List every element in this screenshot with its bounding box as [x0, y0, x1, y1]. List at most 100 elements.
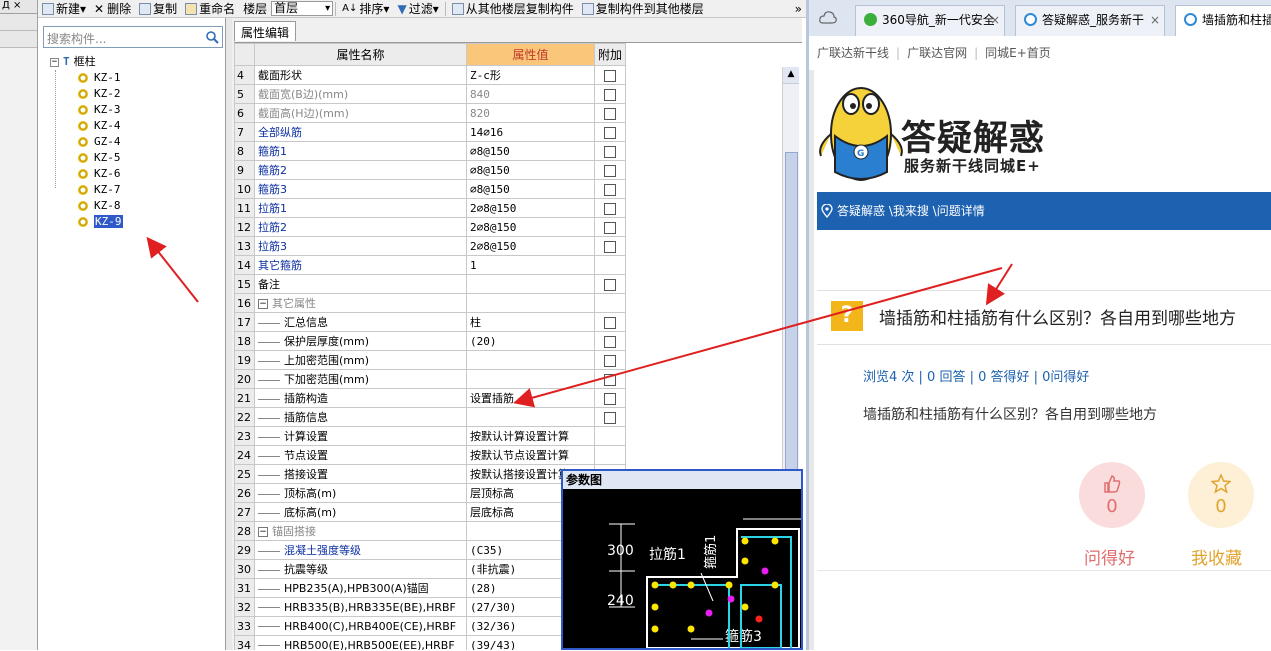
copy-from-floor-button[interactable]: 从其他楼层复制构件: [448, 0, 578, 18]
property-value[interactable]: [466, 407, 595, 427]
dock-controls[interactable]: Д ⨯: [0, 0, 37, 14]
property-row[interactable]: 7 全部纵筋 14⌀16: [234, 122, 627, 142]
property-value[interactable]: 柱: [466, 312, 595, 332]
tree-item[interactable]: KZ-6: [50, 166, 123, 182]
site-logo[interactable]: G 答疑解惑 服务新干线同城E+: [809, 72, 1271, 192]
property-row[interactable]: 8 箍筋1 ⌀8@150: [234, 141, 627, 161]
property-value[interactable]: 2⌀8@150: [466, 236, 595, 256]
property-row[interactable]: 17 汇总信息 柱: [234, 312, 627, 332]
tree-item[interactable]: KZ-7: [50, 182, 123, 198]
property-row[interactable]: 18 保护层厚度(mm) (20): [234, 331, 627, 351]
attach-checkbox[interactable]: [604, 107, 616, 120]
property-row[interactable]: 5 截面宽(B边)(mm) 840: [234, 84, 627, 104]
property-value[interactable]: (20): [466, 331, 595, 351]
property-value[interactable]: [466, 350, 595, 370]
property-row[interactable]: 20 下加密范围(mm): [234, 369, 627, 389]
property-row[interactable]: 6 截面高(H边)(mm) 820: [234, 103, 627, 123]
floor-select[interactable]: 首层: [271, 1, 334, 16]
tree-root-frame-column[interactable]: − T 框柱: [50, 54, 123, 70]
property-row[interactable]: 11 拉筋1 2⌀8@150: [234, 198, 627, 218]
property-value[interactable]: [466, 293, 595, 313]
property-value[interactable]: 按默认节点设置计算: [466, 445, 595, 465]
property-value[interactable]: 14⌀16: [466, 122, 595, 142]
filter-button[interactable]: ▼ 过滤 ▾: [393, 0, 442, 18]
property-row[interactable]: 22 插筋信息: [234, 407, 627, 427]
property-row[interactable]: 10 箍筋3 ⌀8@150: [234, 179, 627, 199]
copy-to-floor-button[interactable]: 复制构件到其他楼层: [578, 0, 708, 18]
sort-button[interactable]: A↓ 排序 ▾: [338, 0, 393, 18]
property-row[interactable]: 19 上加密范围(mm): [234, 350, 627, 370]
tree-item[interactable]: KZ-1: [50, 70, 123, 86]
property-value[interactable]: 按默认计算设置计算: [466, 426, 595, 446]
collapse-icon[interactable]: −: [50, 57, 59, 67]
property-value[interactable]: Z-c形: [466, 65, 595, 85]
scroll-up-icon[interactable]: ▲: [783, 67, 799, 84]
property-row[interactable]: 4 截面形状 Z-c形: [234, 65, 627, 85]
attach-checkbox[interactable]: [604, 126, 616, 139]
property-row[interactable]: 12 拉筋2 2⌀8@150: [234, 217, 627, 237]
search-icon[interactable]: [205, 30, 219, 44]
property-row[interactable]: 21 插筋构造 设置插筋: [234, 388, 627, 408]
new-button[interactable]: 新建 ▾: [38, 0, 90, 18]
cloud-icon[interactable]: [819, 10, 837, 24]
property-row[interactable]: 24 节点设置 按默认节点设置计算: [234, 445, 627, 465]
attach-checkbox[interactable]: [604, 183, 616, 196]
tree-item[interactable]: KZ-9: [50, 214, 123, 230]
breadcrumb-text[interactable]: 答疑解惑 \我来搜 \问题详情: [837, 204, 985, 218]
tree-item[interactable]: KZ-5: [50, 150, 123, 166]
attach-checkbox[interactable]: [604, 145, 616, 158]
property-row[interactable]: 23 计算设置 按默认计算设置计算: [234, 426, 627, 446]
attach-checkbox[interactable]: [604, 69, 616, 82]
delete-button[interactable]: ✕ 删除: [90, 0, 135, 18]
tree-item[interactable]: KZ-2: [50, 86, 123, 102]
property-value[interactable]: 820: [466, 103, 595, 123]
link-tongcheng-home[interactable]: 同城E+首页: [985, 46, 1051, 60]
browser-tab-qa[interactable]: 答疑解惑_服务新干 ×: [1015, 5, 1165, 36]
property-value[interactable]: [466, 274, 595, 294]
copy-button[interactable]: 复制: [135, 0, 181, 18]
property-row[interactable]: 9 箍筋2 ⌀8@150: [234, 160, 627, 180]
group-collapse-icon[interactable]: −: [258, 299, 268, 309]
property-value[interactable]: 840: [466, 84, 595, 104]
tree-item[interactable]: KZ-8: [50, 198, 123, 214]
attach-checkbox[interactable]: [604, 278, 616, 291]
scroll-thumb[interactable]: [785, 152, 798, 522]
group-collapse-icon[interactable]: −: [258, 527, 268, 537]
tree-item[interactable]: KZ-4: [50, 118, 123, 134]
browser-tab-360[interactable]: 360导航_新一代安全 ×: [855, 5, 1005, 36]
attach-checkbox[interactable]: [604, 392, 616, 405]
property-value[interactable]: ⌀8@150: [466, 141, 595, 161]
attach-checkbox[interactable]: [604, 316, 616, 329]
attach-checkbox[interactable]: [604, 335, 616, 348]
rename-button[interactable]: 重命名: [181, 0, 239, 18]
toolbar-overflow-button[interactable]: »: [791, 0, 806, 18]
ask-good-button[interactable]: 0: [1079, 462, 1145, 528]
property-value[interactable]: 2⌀8@150: [466, 198, 595, 218]
tree-item[interactable]: KZ-3: [50, 102, 123, 118]
property-scrollbar[interactable]: ▲: [782, 67, 799, 522]
attach-checkbox[interactable]: [604, 240, 616, 253]
property-row[interactable]: 16− 其它属性: [234, 293, 627, 313]
attach-checkbox[interactable]: [604, 88, 616, 101]
tree-item[interactable]: GZ-4: [50, 134, 123, 150]
favorite-button[interactable]: 0: [1188, 462, 1254, 528]
link-glodon-newline[interactable]: 广联达新干线: [817, 46, 889, 60]
property-value[interactable]: 设置插筋: [466, 388, 595, 408]
property-value[interactable]: ⌀8@150: [466, 179, 595, 199]
property-value[interactable]: ⌀8@150: [466, 160, 595, 180]
property-row[interactable]: 15 备注: [234, 274, 627, 294]
attach-checkbox[interactable]: [604, 373, 616, 386]
property-row[interactable]: 13 拉筋3 2⌀8@150: [234, 236, 627, 256]
property-value[interactable]: 1: [466, 255, 595, 275]
close-icon[interactable]: ×: [1150, 6, 1160, 34]
attach-checkbox[interactable]: [604, 164, 616, 177]
favorite-label[interactable]: 我收藏: [1191, 544, 1242, 569]
tab-property-edit[interactable]: 属性编辑: [234, 21, 297, 41]
attach-checkbox[interactable]: [604, 354, 616, 367]
property-row[interactable]: 14 其它箍筋 1: [234, 255, 627, 275]
property-value[interactable]: 2⌀8@150: [466, 217, 595, 237]
ask-good-label[interactable]: 问得好: [1084, 544, 1135, 569]
link-glodon-official[interactable]: 广联达官网: [907, 46, 967, 60]
property-value[interactable]: [466, 369, 595, 389]
search-input[interactable]: 搜索构件...: [43, 26, 223, 48]
